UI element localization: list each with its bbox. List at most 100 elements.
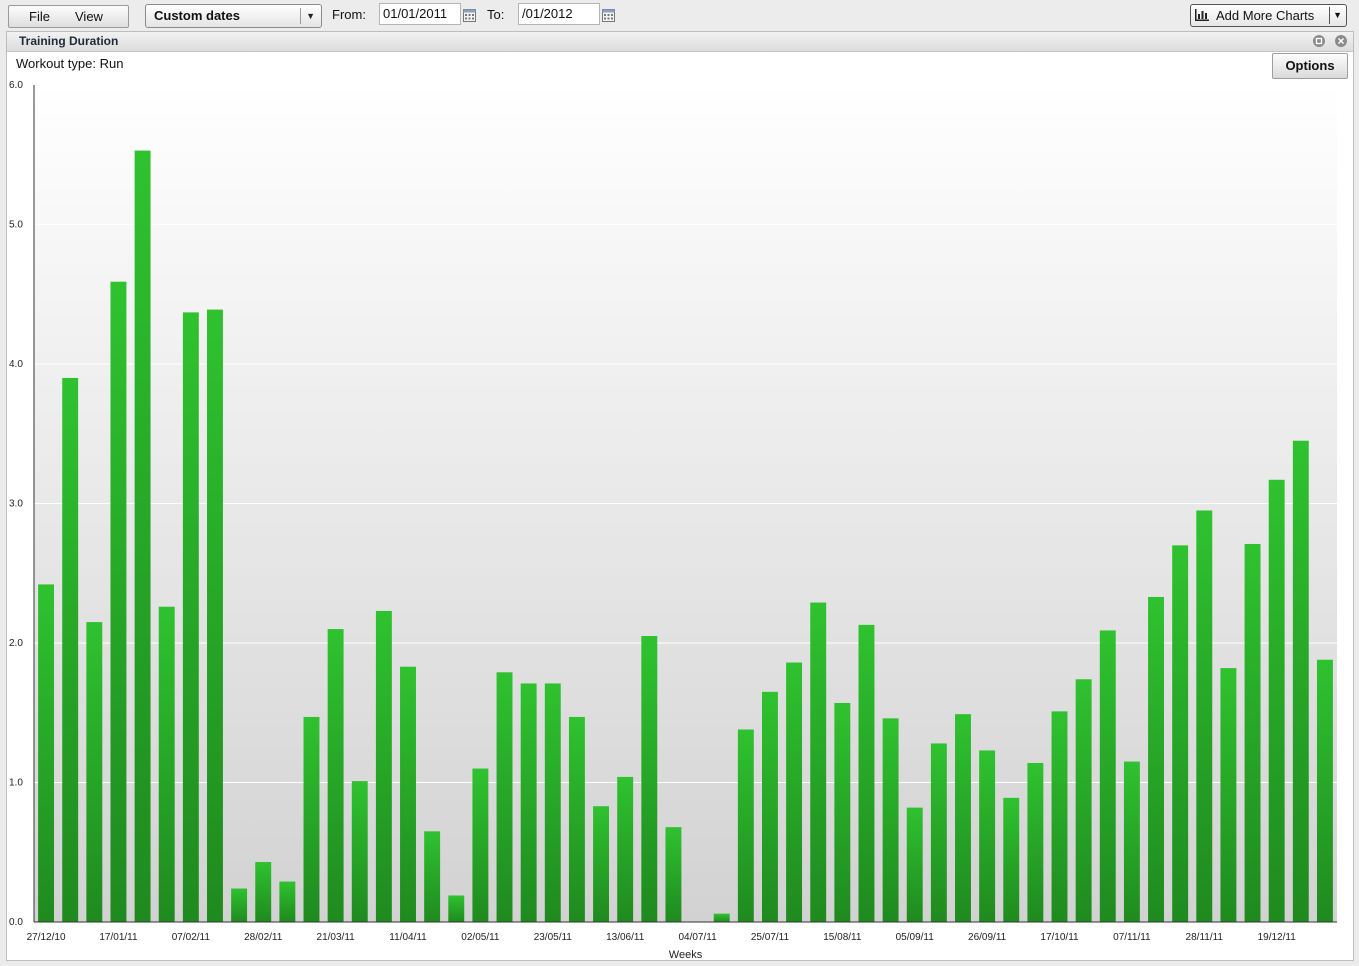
bar (303, 716, 320, 922)
bar (400, 666, 416, 922)
add-more-charts-label: Add More Charts (1216, 8, 1315, 23)
bar (955, 714, 971, 922)
x-tick-label: 28/02/11 (244, 932, 283, 943)
bar (930, 743, 947, 922)
bar (351, 781, 368, 922)
y-tick-label: 5.0 (9, 220, 23, 231)
bar (713, 913, 730, 922)
bar (1027, 762, 1044, 922)
panel-header: Training Duration (7, 32, 1353, 52)
bar (520, 683, 537, 922)
bar (810, 602, 827, 922)
y-tick-label: 1.0 (9, 778, 23, 789)
bar (1244, 543, 1261, 922)
date-range-select[interactable]: Custom dates ▼ (145, 4, 322, 28)
bar (786, 662, 803, 922)
from-date-input[interactable] (379, 3, 461, 25)
x-tick-label: 19/12/11 (1258, 932, 1297, 943)
bar (906, 807, 923, 922)
panel-title: Training Duration (19, 34, 119, 48)
x-tick-label: 07/11/11 (1113, 932, 1151, 943)
bar (834, 702, 851, 922)
bar (617, 776, 634, 922)
bar (496, 672, 513, 922)
bar (182, 312, 199, 922)
bar (1316, 659, 1333, 922)
y-tick-label: 0.0 (9, 917, 23, 928)
bar (86, 622, 103, 922)
bar (761, 691, 778, 922)
bar (1148, 596, 1164, 922)
chevron-down-icon[interactable]: ▼ (1333, 5, 1342, 26)
bar (1268, 479, 1285, 922)
bar (38, 584, 55, 922)
x-tick-label: 04/07/11 (678, 932, 717, 943)
bar (568, 716, 585, 922)
bar (279, 881, 296, 922)
bar (62, 377, 79, 922)
from-label: From: (332, 7, 366, 22)
x-tick-label: 02/05/11 (461, 932, 500, 943)
x-tick-label: 17/01/11 (99, 932, 138, 943)
bar (1123, 761, 1140, 922)
bar-chart: 0.0 1.0 2.0 3.0 4.0 5.0 6.0 27/12/10 17/01/11 07… (9, 80, 1337, 961)
menu-bar: File View (8, 5, 129, 28)
bar (134, 150, 151, 922)
date-range-value: Custom dates (154, 8, 240, 23)
to-label: To: (487, 7, 505, 22)
bar (641, 636, 658, 922)
bar (1099, 630, 1116, 922)
bar-chart-icon (1195, 9, 1209, 21)
bar (1196, 510, 1213, 922)
toolbar: File View Custom dates ▼ From: To: Add M… (0, 0, 1359, 30)
y-tick-label: 2.0 (9, 638, 23, 649)
add-more-charts-button[interactable]: Add More Charts ▼ (1190, 4, 1347, 27)
bar (207, 309, 223, 923)
restore-icon[interactable] (1313, 35, 1325, 47)
bar (882, 718, 899, 922)
y-tick-label: 3.0 (9, 499, 23, 510)
bar (593, 806, 610, 922)
close-icon[interactable] (1335, 35, 1347, 47)
chart-panel: Training Duration Workout type: Run Opti… (6, 31, 1354, 961)
calendar-icon[interactable] (463, 9, 476, 22)
bar (327, 629, 344, 922)
y-tick-label: 6.0 (9, 80, 23, 91)
bar (424, 831, 441, 922)
view-menu[interactable]: View (75, 6, 103, 27)
bar (858, 624, 875, 922)
x-axis-label: Weeks (669, 949, 703, 961)
x-tick-label: 11/04/11 (389, 932, 427, 943)
bar (255, 862, 272, 922)
x-tick-label: 21/03/11 (317, 932, 356, 943)
bar (231, 888, 248, 922)
button-divider (1329, 7, 1330, 24)
bar (375, 610, 392, 922)
x-tick-label: 28/11/11 (1186, 932, 1224, 943)
bar (1075, 679, 1092, 922)
x-tick-label: 07/02/11 (172, 932, 211, 943)
bar (1172, 545, 1189, 922)
select-divider (300, 8, 301, 24)
x-tick-label: 15/08/11 (823, 932, 862, 943)
to-date-input[interactable] (518, 3, 600, 25)
chevron-down-icon: ▼ (306, 11, 315, 21)
bar (1292, 440, 1309, 922)
x-tick-label: 25/07/11 (751, 932, 790, 943)
bar (158, 606, 175, 922)
bar (1051, 711, 1068, 922)
calendar-icon[interactable] (602, 9, 615, 22)
x-tick-label: 27/12/10 (27, 932, 66, 943)
bar (665, 827, 682, 922)
x-tick-label: 23/05/11 (534, 932, 573, 943)
bar (737, 729, 754, 922)
bar (979, 750, 996, 922)
bar (448, 895, 465, 922)
bar (544, 683, 561, 922)
file-menu[interactable]: File (29, 6, 50, 27)
y-tick-label: 4.0 (9, 359, 23, 370)
x-tick-label: 05/09/11 (896, 932, 935, 943)
x-tick-label: 17/10/11 (1040, 932, 1079, 943)
bar (472, 768, 489, 922)
bar (1003, 797, 1020, 922)
